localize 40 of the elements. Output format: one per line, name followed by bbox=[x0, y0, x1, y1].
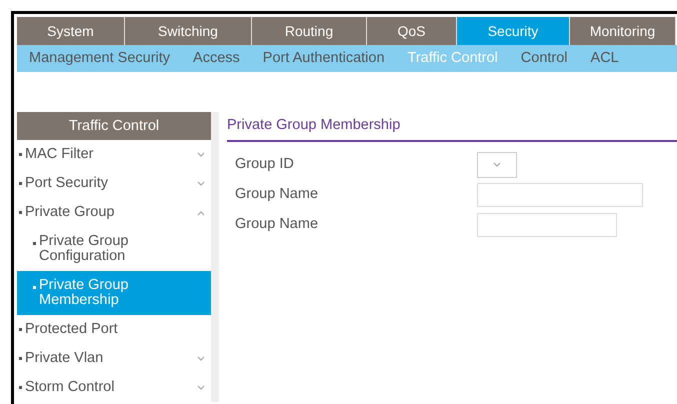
bullet-icon bbox=[19, 328, 22, 331]
field-label: Group Name bbox=[235, 214, 320, 234]
sub-tab[interactable]: Port Authentication bbox=[262, 48, 396, 70]
sidebar-item[interactable]: Protected Port bbox=[25, 318, 118, 340]
caret-icon bbox=[493, 162, 501, 168]
chevron-up-icon[interactable] bbox=[197, 210, 205, 216]
sidebar-item[interactable]: Private Vlan bbox=[25, 348, 104, 370]
sidebar-title: Traffic Control bbox=[17, 112, 211, 140]
sub-tab[interactable]: Control bbox=[520, 48, 579, 70]
field-label: Group Name bbox=[235, 184, 320, 204]
sidebar-item[interactable]: Port Security bbox=[25, 172, 108, 194]
main-tab[interactable]: Monitoring bbox=[570, 17, 676, 45]
main-tab[interactable]: Routing bbox=[252, 17, 367, 45]
bullet-icon bbox=[19, 153, 22, 156]
main-tab[interactable]: System bbox=[17, 17, 125, 45]
bullet-icon bbox=[19, 182, 22, 185]
sub-tab[interactable]: Management Security bbox=[29, 48, 182, 70]
input-field[interactable] bbox=[477, 212, 617, 237]
chevron-down-icon[interactable] bbox=[197, 356, 205, 362]
chevron-down-icon[interactable] bbox=[197, 384, 205, 390]
sub-tab[interactable]: Access bbox=[193, 48, 251, 70]
sidebar-item[interactable]: Storm Control bbox=[25, 376, 114, 398]
bullet-icon bbox=[33, 242, 36, 245]
panel-title: Private Group Membership bbox=[227, 115, 677, 142]
field-label: Group ID bbox=[235, 154, 295, 174]
bullet-icon bbox=[19, 357, 22, 360]
main-tab[interactable]: Switching bbox=[125, 17, 252, 45]
chevron-down-icon[interactable] bbox=[197, 152, 205, 158]
sidebar-item[interactable]: Private Group Configuration bbox=[39, 234, 149, 264]
sidebar-item[interactable]: Private Group bbox=[25, 202, 114, 224]
sidebar-item[interactable]: MAC Filter bbox=[25, 144, 94, 166]
chevron-down-icon[interactable] bbox=[197, 180, 205, 186]
group-id-select[interactable] bbox=[477, 152, 517, 178]
sub-tab[interactable]: ACL bbox=[590, 48, 630, 70]
main-tab[interactable]: QoS bbox=[367, 17, 457, 45]
bullet-icon bbox=[19, 211, 22, 214]
input-field[interactable] bbox=[477, 182, 643, 207]
bullet-icon bbox=[19, 386, 22, 389]
bullet-icon bbox=[33, 286, 36, 289]
main-tab[interactable]: Security bbox=[457, 17, 570, 45]
